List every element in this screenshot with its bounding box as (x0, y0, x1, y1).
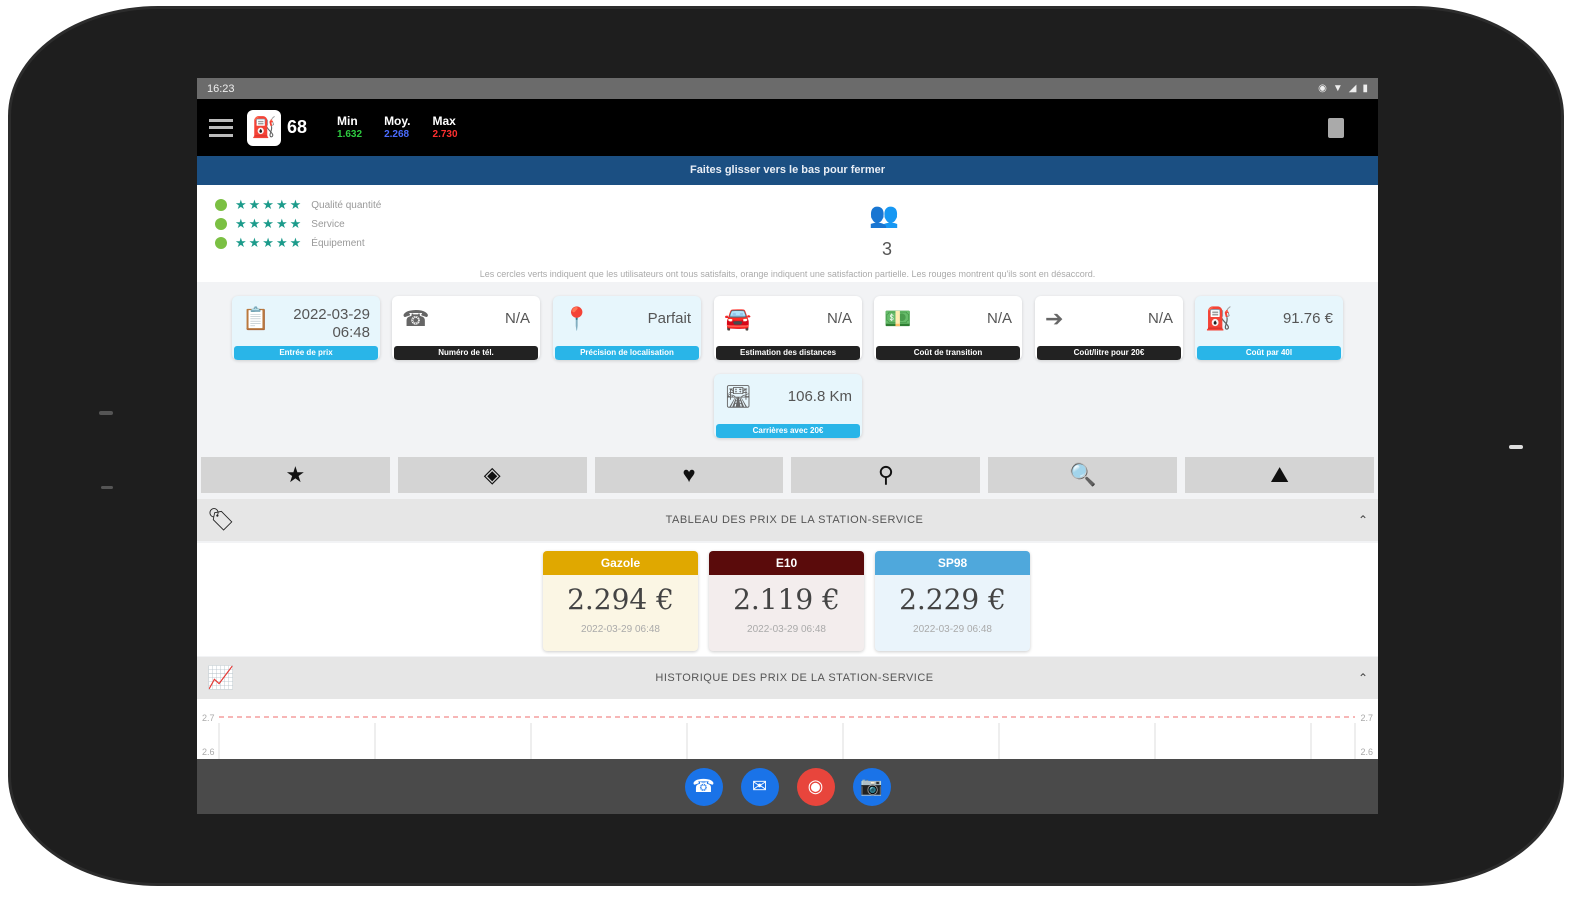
price-date: 2022-03-29 06:48 (913, 624, 992, 635)
heart-icon[interactable]: ♥ (594, 457, 784, 493)
app-bar: ⛽ 68 Min 1.632 Moy. 2.268 Max 2.730 (197, 99, 1378, 156)
stars-icon: ★★★★★ (235, 197, 304, 212)
card-label: Carrières avec 20€ (716, 424, 860, 438)
menu-icon[interactable] (209, 118, 233, 137)
rating-row: ★★★★★ Équipement (215, 235, 365, 251)
stars-icon: ★★★★★ (235, 216, 304, 231)
section-title: TABLEAU DES PRIX DE LA STATION-SERVICE (665, 514, 924, 526)
map-pin-icon: 📍 (563, 306, 591, 331)
price-date: 2022-03-29 06:48 (747, 624, 826, 635)
status-dot (215, 199, 227, 211)
chevron-up-icon[interactable]: ⌃ (1348, 513, 1378, 527)
rating-row: ★★★★★ Qualité quantité (215, 197, 381, 213)
ratings-panel: ★★★★★ Qualité quantité ★★★★★ Service ★★★… (197, 185, 1378, 282)
users-icon: 👥 (869, 202, 899, 229)
stat-max: Max 2.730 (432, 113, 458, 140)
rating-label: Qualité quantité (311, 199, 382, 211)
phone-icon: ☎ (402, 306, 430, 331)
car-icon: 🚘 (724, 306, 752, 331)
money-icon: 💵 (884, 306, 912, 331)
delete-icon[interactable] (1328, 117, 1344, 138)
ratings-legend: Les cercles verts indiquent que les util… (479, 269, 1096, 279)
camera-app-icon[interactable]: 📷 (852, 767, 891, 806)
status-time: 16:23 (207, 82, 235, 95)
clipboard-icon: 📋 (242, 306, 270, 331)
chevron-up-icon[interactable]: ⌃ (1348, 671, 1378, 685)
card-label: Entrée de prix (234, 346, 378, 360)
section-title: HISTORIQUE DES PRIX DE LA STATION-SERVIC… (655, 672, 934, 684)
stars-icon: ★★★★★ (235, 235, 304, 250)
map-marker-icon[interactable]: ⚲ (791, 457, 981, 493)
chrome-app-icon[interactable]: ◉ (796, 767, 835, 806)
rating-row: ★★★★★ Service (215, 216, 345, 232)
app-screen: 16:23 ◉ ▼ ◢ ▮ ⛽ 68 Min 1.632 Moy. 2.268 … (197, 78, 1378, 814)
prices-section-header[interactable]: 🏷 TABLEAU DES PRIX DE LA STATION-SERVICE… (197, 499, 1378, 541)
card-label: Coût par 40l (1197, 346, 1341, 360)
android-dock: ☎ ✉ ◉ 📷 (197, 759, 1378, 814)
directions-icon[interactable]: ◈ (397, 457, 587, 493)
fuel-name: SP98 (875, 551, 1030, 575)
card-label: Numéro de tél. (394, 346, 538, 360)
price-card[interactable]: E10 2.119 € 2022-03-29 06:48 (709, 551, 864, 651)
action-toolbar: ★ ◈ ♥ ⚲ 🔍 ⛰ (201, 457, 1374, 493)
status-icons: ◉ ▼ ◢ ▮ (1318, 83, 1368, 94)
history-section-header[interactable]: 📈 HISTORIQUE DES PRIX DE LA STATION-SERV… (197, 657, 1378, 699)
side-button (101, 486, 113, 489)
fuel-name: Gazole (543, 551, 698, 575)
price-history-chart: 2.7 2.6 2.7 2.6 (197, 699, 1378, 759)
signal-icon: ◢ (1348, 83, 1357, 94)
card-price-entry[interactable]: 📋 2022-03-29 06:48 Entrée de prix (232, 296, 380, 360)
status-dot (215, 218, 227, 230)
fuel-pump-logo-icon: ⛽ (247, 109, 281, 146)
favorite-star-icon[interactable]: ★ (201, 457, 390, 493)
price-tag-icon: 🏷 (207, 507, 235, 532)
swipe-to-close-banner[interactable]: Faites glisser vers le bas pour fermer (197, 156, 1378, 185)
card-label: Estimation des distances (716, 346, 860, 360)
messages-app-icon[interactable]: ✉ (740, 767, 779, 806)
price-card[interactable]: Gazole 2.294 € 2022-03-29 06:48 (543, 551, 698, 651)
card-distance[interactable]: 🚘 N/A Estimation des distances (714, 296, 862, 360)
rating-label: Équipement (311, 237, 365, 249)
street-view-icon[interactable]: ⛰ (1185, 457, 1374, 493)
department-number: 68 (287, 117, 308, 137)
camera-dot (1509, 445, 1523, 449)
card-label: Précision de localisation (555, 346, 699, 360)
fuel-price: 2.294 € (567, 583, 674, 616)
info-cards: 📋 2022-03-29 06:48 Entrée de prix ☎ N/A N… (197, 282, 1378, 452)
card-label: Coût de transition (876, 346, 1020, 360)
side-button (99, 411, 113, 415)
prices-panel: Gazole 2.294 € 2022-03-29 06:48 E10 2.11… (197, 543, 1378, 656)
wifi-icon: ▼ (1332, 83, 1343, 94)
status-bar: 16:23 ◉ ▼ ◢ ▮ (197, 78, 1378, 99)
card-cost-40l[interactable]: ⛽ 91.76 € Coût par 40l (1195, 296, 1343, 360)
card-phone[interactable]: ☎ N/A Numéro de tél. (392, 296, 540, 360)
fuel-price: 2.119 € (733, 583, 840, 616)
road-icon: 🛣 (724, 384, 752, 409)
rating-label: Service (311, 218, 345, 230)
card-label: Coût/litre pour 20€ (1037, 346, 1181, 360)
price-card[interactable]: SP98 2.229 € 2022-03-29 06:48 (875, 551, 1030, 651)
status-dot (215, 237, 227, 249)
zoom-search-icon[interactable]: 🔍 (988, 457, 1178, 493)
fuel-price: 2.229 € (899, 583, 1006, 616)
chart-grid (218, 716, 1356, 759)
fuel-name: E10 (709, 551, 864, 575)
chart-icon: 📈 (207, 665, 235, 690)
card-location-precision[interactable]: 📍 Parfait Précision de localisation (553, 296, 701, 360)
location-icon: ◉ (1318, 83, 1327, 94)
card-cost-per-litre[interactable]: ➔ N/A Coût/litre pour 20€ (1035, 296, 1183, 360)
battery-icon: ▮ (1362, 83, 1368, 94)
stat-min: Min 1.632 (337, 113, 363, 140)
arrow-right-icon: ➔ (1045, 306, 1064, 331)
fuel-icon: ⛽ (1205, 306, 1233, 331)
price-date: 2022-03-29 06:48 (581, 624, 660, 635)
card-transition-cost[interactable]: 💵 N/A Coût de transition (874, 296, 1022, 360)
users-count: 3 (882, 239, 893, 259)
phone-app-icon[interactable]: ☎ (684, 767, 723, 806)
card-range[interactable]: 🛣 106.8 Km Carrières avec 20€ (714, 374, 862, 438)
stat-avg: Moy. 2.268 (384, 113, 411, 140)
